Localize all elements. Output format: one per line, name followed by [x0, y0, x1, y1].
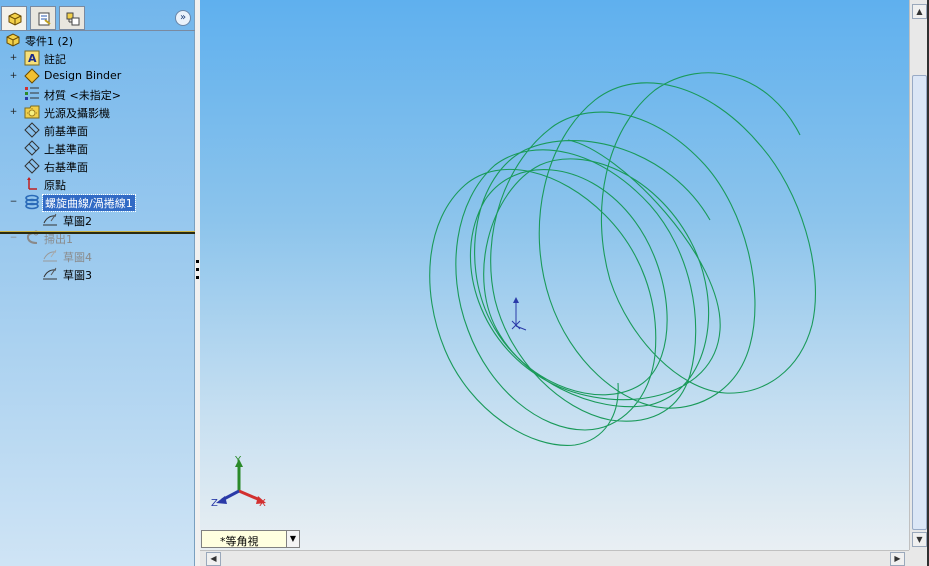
sketch-icon [43, 267, 57, 280]
collapse-icon[interactable]: − [9, 198, 18, 207]
propertymanager-tab[interactable] [30, 6, 56, 30]
rollback-bar[interactable] [0, 231, 195, 234]
view-orientation-select[interactable]: *等角視 ▼ [201, 530, 300, 548]
tree-item-label: 草圖3 [63, 269, 92, 282]
expand-icon[interactable]: + [9, 54, 18, 63]
scrollbar-thumb[interactable] [912, 75, 927, 530]
svg-text:A: A [28, 52, 37, 65]
triad-z-label: Z [211, 498, 218, 509]
tree-item-label: 原點 [44, 179, 66, 192]
tree-item-label: 材質 <未指定> [44, 89, 121, 102]
chevron-down-icon[interactable]: ▼ [286, 531, 299, 547]
tree-item-label: 草圖4 [63, 251, 92, 264]
tree-item-material[interactable]: 材質 <未指定> [0, 85, 195, 103]
tree-item-label: 光源及攝影機 [44, 107, 110, 120]
splitter-grip [196, 276, 199, 279]
tree-item-design-binder[interactable]: + Design Binder [0, 67, 195, 85]
helix-curve [429, 72, 816, 446]
scroll-right-button[interactable]: ▶ [890, 552, 905, 566]
tree-item-sketch3[interactable]: 草圖3 [0, 265, 195, 283]
scroll-left-button[interactable]: ◀ [206, 552, 221, 566]
configurationmanager-tab[interactable] [59, 6, 85, 30]
expand-icon[interactable]: + [9, 72, 18, 81]
sketch-icon [43, 213, 57, 226]
helix-model [429, 72, 816, 446]
tree-item-front-plane[interactable]: 前基準面 [0, 121, 195, 139]
propertymanager-icon [38, 12, 51, 26]
tree-item-label: 註記 [44, 53, 66, 66]
splitter-grip [196, 268, 199, 271]
tree-item-label: 零件1 (2) [25, 35, 74, 48]
tree-item-label: 草圖2 [63, 215, 92, 228]
tree-item-helix[interactable]: − 螺旋曲線/渦捲線1 [0, 193, 195, 212]
part-icon [6, 33, 20, 47]
splitter-grip [196, 260, 199, 263]
origin-icon [27, 177, 37, 190]
tree-item-sketch4[interactable]: 草圖4 [0, 247, 195, 265]
helix-icon [25, 194, 39, 210]
tree-item-label: 上基準面 [44, 143, 88, 156]
scroll-up-button[interactable]: ▲ [912, 4, 927, 19]
material-icon [25, 87, 39, 100]
plane-icon [24, 140, 40, 156]
annotations-icon: A [24, 50, 40, 66]
feature-manager-panel: » 零件1 (2) + A 註記 + Design Binder 材質 <未指定… [0, 0, 195, 566]
tree-item-label: 前基準面 [44, 125, 88, 138]
tree-item-lights-cameras[interactable]: + 光源及攝影機 [0, 103, 195, 121]
tree-item-top-plane[interactable]: 上基準面 [0, 139, 195, 157]
triad-x-label: X [259, 498, 266, 509]
expand-icon[interactable]: + [9, 108, 18, 117]
scroll-down-button[interactable]: ▼ [912, 532, 927, 547]
tree-item-label: 右基準面 [44, 161, 88, 174]
configurationmanager-icon [66, 12, 80, 26]
lights-camera-icon [24, 105, 40, 119]
plane-icon [24, 122, 40, 138]
tree-item-right-plane[interactable]: 右基準面 [0, 157, 195, 175]
origin-marker [511, 297, 527, 331]
tree-item-label: 螺旋曲線/渦捲線1 [42, 194, 136, 212]
plane-icon [24, 158, 40, 174]
featuremanager-icon [8, 12, 22, 26]
collapse-panel-button[interactable]: » [175, 10, 191, 26]
view-orientation-value: *等角視 [220, 535, 259, 548]
design-binder-icon [24, 68, 40, 84]
collapse-icon[interactable]: − [9, 234, 18, 243]
tree-item-origin[interactable]: 原點 [0, 175, 195, 193]
sketch-icon [43, 249, 57, 262]
panel-tabs: » [0, 6, 195, 30]
triad-widget [216, 459, 266, 504]
tree-item-sketch2[interactable]: 草圖2 [0, 211, 195, 229]
tree-item-label: Design Binder [44, 69, 122, 82]
graphics-area[interactable]: Y X Z [200, 0, 909, 550]
tree-item-part[interactable]: 零件1 (2) [0, 31, 195, 49]
horizontal-scrollbar[interactable]: ◀ ▶ [200, 550, 909, 566]
scrollbar-corner [909, 550, 929, 566]
featuremanager-tab[interactable] [1, 6, 27, 30]
tree-item-annotations[interactable]: + A 註記 [0, 49, 195, 67]
triad-y-label: Y [235, 455, 242, 466]
vertical-scrollbar[interactable]: ▲ ▼ [909, 0, 929, 550]
